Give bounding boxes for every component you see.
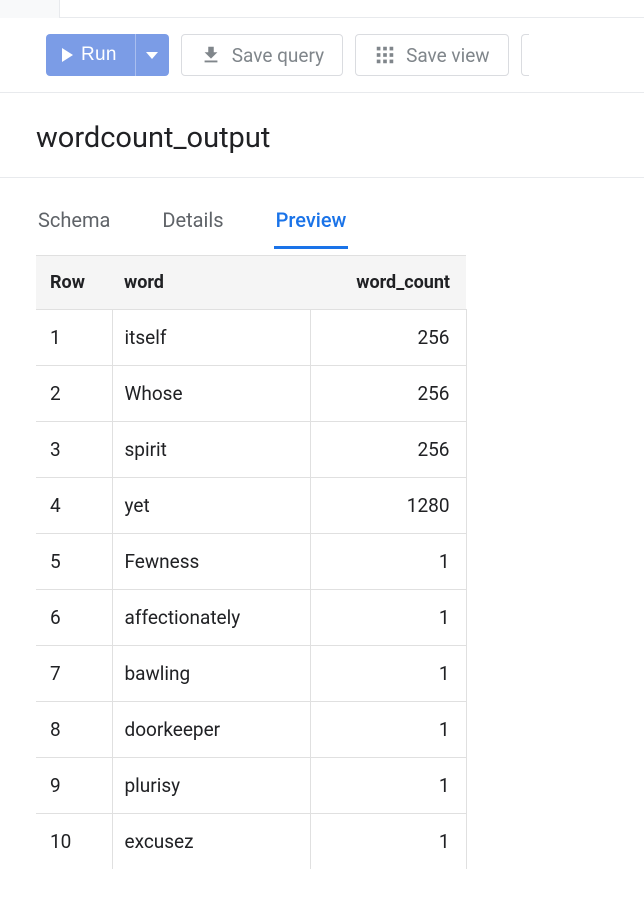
preview-table: Row word word_count 1itself2562Whose2563… bbox=[36, 255, 467, 869]
cell-row: 5 bbox=[36, 534, 112, 590]
play-icon bbox=[62, 48, 73, 62]
cell-row: 7 bbox=[36, 646, 112, 702]
editor-tab-stub[interactable] bbox=[0, 0, 60, 18]
cell-word-count: 256 bbox=[310, 366, 466, 422]
cell-row: 3 bbox=[36, 422, 112, 478]
tab-schema[interactable]: Schema bbox=[36, 208, 112, 249]
col-word-count: word_count bbox=[310, 256, 466, 310]
table-row: 8doorkeeper1 bbox=[36, 702, 466, 758]
run-label: Run bbox=[81, 44, 117, 66]
cell-row: 1 bbox=[36, 310, 112, 366]
cell-word-count: 1 bbox=[310, 646, 466, 702]
cell-word-count: 1280 bbox=[310, 478, 466, 534]
table-row: 4yet1280 bbox=[36, 478, 466, 534]
table-row: 2Whose256 bbox=[36, 366, 466, 422]
table-row: 6affectionately1 bbox=[36, 590, 466, 646]
cell-row: 10 bbox=[36, 814, 112, 870]
save-query-button[interactable]: Save query bbox=[181, 34, 343, 76]
cell-word-count: 256 bbox=[310, 310, 466, 366]
run-dropdown-button[interactable] bbox=[135, 34, 169, 76]
preview-table-wrap: Row word word_count 1itself2562Whose2563… bbox=[0, 249, 644, 869]
download-icon bbox=[200, 44, 222, 66]
cell-row: 4 bbox=[36, 478, 112, 534]
col-word: word bbox=[112, 256, 310, 310]
table-row: 1itself256 bbox=[36, 310, 466, 366]
cell-word-count: 256 bbox=[310, 422, 466, 478]
cell-word: excusez bbox=[112, 814, 310, 870]
cell-row: 6 bbox=[36, 590, 112, 646]
cell-word: itself bbox=[112, 310, 310, 366]
page-title: wordcount_output bbox=[36, 121, 644, 155]
run-button[interactable]: Run bbox=[46, 34, 135, 76]
cell-word: affectionately bbox=[112, 590, 310, 646]
tab-details[interactable]: Details bbox=[160, 208, 225, 249]
chevron-down-icon bbox=[146, 52, 158, 59]
toolbar: Run Save query Save view bbox=[0, 18, 644, 93]
table-row: 9plurisy1 bbox=[36, 758, 466, 814]
save-view-label: Save view bbox=[406, 44, 490, 67]
save-view-button[interactable]: Save view bbox=[355, 34, 509, 76]
cell-word-count: 1 bbox=[310, 590, 466, 646]
button-stub[interactable] bbox=[521, 34, 529, 76]
cell-word: plurisy bbox=[112, 758, 310, 814]
cell-row: 9 bbox=[36, 758, 112, 814]
cell-word: doorkeeper bbox=[112, 702, 310, 758]
cell-word-count: 1 bbox=[310, 814, 466, 870]
col-row: Row bbox=[36, 256, 112, 310]
cell-word-count: 1 bbox=[310, 534, 466, 590]
save-query-label: Save query bbox=[232, 44, 324, 67]
tab-preview[interactable]: Preview bbox=[274, 208, 349, 249]
table-header-row: Row word word_count bbox=[36, 256, 466, 310]
table-row: 7bawling1 bbox=[36, 646, 466, 702]
cell-word: spirit bbox=[112, 422, 310, 478]
tabs: Schema Details Preview bbox=[0, 178, 644, 249]
title-bar: wordcount_output bbox=[0, 93, 644, 178]
cell-row: 2 bbox=[36, 366, 112, 422]
table-row: 5Fewness1 bbox=[36, 534, 466, 590]
cell-word: yet bbox=[112, 478, 310, 534]
run-button-group: Run bbox=[46, 34, 169, 76]
table-row: 10excusez1 bbox=[36, 814, 466, 870]
cell-word: Whose bbox=[112, 366, 310, 422]
cell-word: Fewness bbox=[112, 534, 310, 590]
table-icon bbox=[374, 44, 396, 66]
cell-word-count: 1 bbox=[310, 702, 466, 758]
cell-row: 8 bbox=[36, 702, 112, 758]
tab-strip-stub bbox=[0, 0, 644, 18]
cell-word: bawling bbox=[112, 646, 310, 702]
cell-word-count: 1 bbox=[310, 758, 466, 814]
table-row: 3spirit256 bbox=[36, 422, 466, 478]
